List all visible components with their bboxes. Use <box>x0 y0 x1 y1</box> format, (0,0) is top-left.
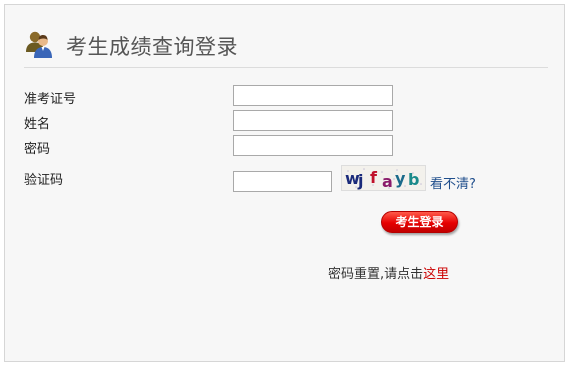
captcha-input[interactable] <box>233 171 332 192</box>
page-title: 考生成绩查询登录 <box>66 35 238 59</box>
users-icon <box>26 31 52 58</box>
password-reset: 密码重置,请点击这里 <box>328 263 449 282</box>
password-reset-link[interactable]: 这里 <box>423 267 449 282</box>
captcha-refresh-link[interactable]: 看不清? <box>430 173 476 192</box>
login-panel: 考生成绩查询登录 准考证号 姓名 密码 验证码 w j f a y b 看不清?… <box>4 4 565 362</box>
captcha-char: b <box>408 170 420 189</box>
captcha-char: y <box>395 169 406 188</box>
captcha-char: j <box>358 171 364 190</box>
exam-id-input[interactable] <box>233 85 393 106</box>
name-label: 姓名 <box>24 117 51 132</box>
captcha-char: a <box>382 172 393 191</box>
password-label: 密码 <box>24 142 51 157</box>
captcha-image[interactable]: w j f a y b <box>341 165 426 191</box>
password-reset-text: 密码重置,请点击 <box>328 267 424 282</box>
password-input[interactable] <box>233 135 393 156</box>
exam-id-label: 准考证号 <box>24 92 77 107</box>
page-header: 考生成绩查询登录 <box>24 27 548 68</box>
login-button[interactable]: 考生登录 <box>381 211 458 233</box>
captcha-label: 验证码 <box>24 173 64 188</box>
captcha-char: f <box>370 168 377 187</box>
name-input[interactable] <box>233 110 393 131</box>
